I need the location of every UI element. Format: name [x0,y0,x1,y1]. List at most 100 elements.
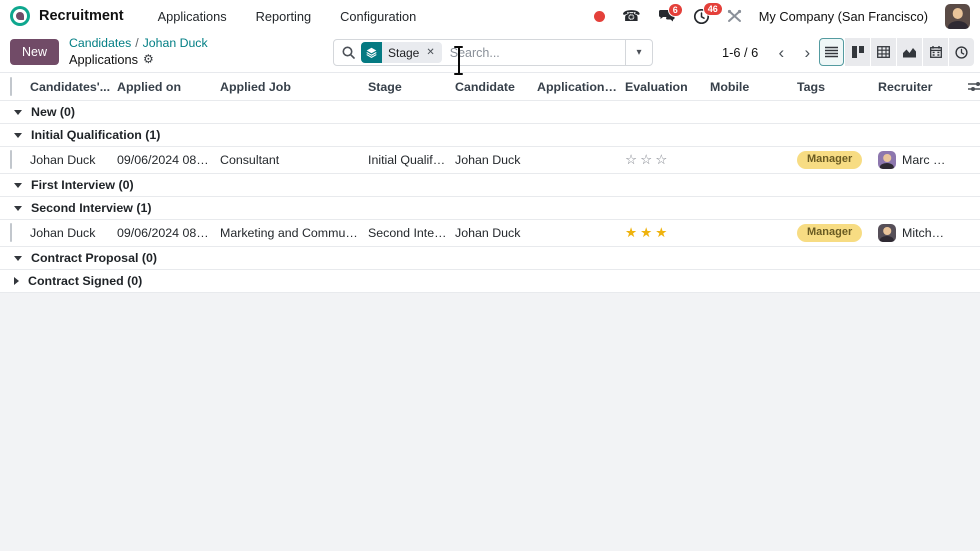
application-row[interactable]: Johan Duck 09/06/2024 08:06:... Consulta… [0,147,980,174]
chevron-down-icon: ▾ [636,47,642,58]
cell-stage: Initial Qualifica... [368,153,455,167]
tools-debug-icon[interactable] [727,9,742,23]
messages-badge: 6 [667,2,683,18]
caret-down-icon [14,255,22,261]
user-avatar[interactable] [945,3,970,29]
menu-configuration[interactable]: Configuration [340,9,416,24]
recruiter-cell: Marc Demo [878,151,958,169]
col-candidate[interactable]: Candidate [455,80,537,94]
facet-remove-icon[interactable]: ✕ [425,47,441,58]
new-button[interactable]: New [10,39,60,65]
application-row[interactable]: Johan Duck 09/06/2024 08:06:... Marketin… [0,220,980,247]
view-calendar-button[interactable] [923,38,948,66]
list-header-row: Candidates'... Applied on Applied Job St… [0,73,980,101]
layers-groupby-icon [361,42,382,63]
caret-right-icon [14,277,19,285]
tag-manager: Manager [797,223,863,243]
breadcrumb-separator: / [135,36,139,51]
content-empty-area [0,293,980,551]
pivot-view-icon [877,46,890,58]
groupby-facet-stage: Stage ✕ [361,42,442,63]
col-mobile[interactable]: Mobile [710,80,797,94]
group-row-contract-signed[interactable]: Contract Signed (0) [0,270,980,293]
breadcrumb-candidates[interactable]: Candidates [69,36,131,51]
col-application-status[interactable]: Application St... [537,80,625,94]
menu-applications[interactable]: Applications [158,9,227,24]
recruitment-app-icon[interactable] [10,6,30,26]
col-tags[interactable]: Tags [797,80,878,94]
page-title: Applications [69,51,139,67]
control-panel: New Candidates / Johan Duck Applications… [0,32,980,73]
main-menu: Applications Reporting Configuration [158,9,417,24]
evaluation-stars[interactable]: ★★★ [625,225,710,241]
search-bar[interactable]: Stage ✕ Search... ▾ [333,39,653,66]
action-gear-icon[interactable]: ⚙ [143,52,154,67]
adjust-columns-icon[interactable] [968,80,980,93]
caret-down-icon [14,205,22,211]
pager: 1-6 / 6 ‹ › [722,39,820,66]
cell-candidate: Johan Duck [455,153,521,167]
activity-view-icon [955,45,968,59]
col-applied-on[interactable]: Applied on [117,80,220,94]
col-candidates-name[interactable]: Candidates'... [30,80,117,94]
pager-range: 1-6 / 6 [722,45,759,60]
view-graph-button[interactable] [897,38,922,66]
voip-phone-icon[interactable]: ☎ [622,9,641,24]
group-row-contract-proposal[interactable]: Contract Proposal (0) [0,247,980,270]
view-kanban-button[interactable] [845,38,870,66]
cell-applied-job: Marketing and Community M... [220,226,368,240]
group-row-initial-qualification[interactable]: Initial Qualification (1) [0,124,980,147]
recording-dot-icon [594,10,606,22]
activities-clock-icon[interactable]: 46 [693,1,723,25]
company-switcher[interactable]: My Company (San Francisco) [759,9,928,24]
tag-manager: Manager [797,150,863,170]
row-checkbox[interactable] [10,150,12,169]
col-stage[interactable]: Stage [368,80,455,94]
caret-down-icon [14,132,22,138]
activities-badge: 46 [702,1,723,17]
cell-applied-job: Consultant [220,153,280,167]
row-checkbox[interactable] [10,223,12,242]
col-evaluation[interactable]: Evaluation [625,80,710,94]
group-row-second-interview[interactable]: Second Interview (1) [0,197,980,220]
cell-candidate-name: Johan Duck [30,153,96,167]
select-all-checkbox[interactable] [10,76,12,96]
list-view-icon [825,46,838,58]
view-activity-button[interactable] [949,38,974,66]
facet-label: Stage [388,45,420,60]
cell-candidate-name: Johan Duck [30,226,96,240]
cell-candidate: Johan Duck [455,226,521,240]
applications-list: Candidates'... Applied on Applied Job St… [0,73,980,293]
col-recruiter[interactable]: Recruiter [878,80,958,94]
cell-stage: Second Intervi... [368,226,455,240]
menu-reporting[interactable]: Reporting [256,9,312,24]
evaluation-stars[interactable]: ☆☆☆ [625,152,710,168]
search-dropdown-toggle[interactable]: ▾ [625,40,652,65]
cell-applied-on: 09/06/2024 08:06:... [117,226,220,240]
cell-applied-on: 09/06/2024 08:06:... [117,153,220,167]
systray: ☎ 6 46 My Company (San Francisco) [594,1,970,29]
pager-previous-button[interactable]: ‹ [768,39,794,66]
group-row-first-interview[interactable]: First Interview (0) [0,174,980,197]
calendar-view-icon [929,46,942,58]
view-pivot-button[interactable] [871,38,896,66]
app-title[interactable]: Recruitment [39,8,124,24]
breadcrumb-johan-duck[interactable]: Johan Duck [143,36,208,51]
top-navbar: Recruitment Applications Reporting Confi… [0,0,980,32]
recruiter-cell: Mitchell A... [878,224,958,242]
group-row-new[interactable]: New (0) [0,101,980,124]
search-placeholder: Search... [449,45,500,60]
recruitment-app-window: Recruitment Applications Reporting Confi… [0,0,980,551]
view-switcher [819,38,974,66]
graph-view-icon [903,47,916,57]
caret-down-icon [14,182,22,188]
search-icon [342,46,355,59]
kanban-view-icon [851,46,864,58]
breadcrumb: Candidates / Johan Duck Applications ⚙ [69,36,208,67]
messages-icon[interactable]: 6 [658,2,683,24]
view-list-button[interactable] [819,38,844,66]
col-applied-job[interactable]: Applied Job [220,80,368,94]
recruiter-avatar [878,151,896,169]
pager-next-button[interactable]: › [794,39,820,66]
recruiter-avatar [878,224,896,242]
